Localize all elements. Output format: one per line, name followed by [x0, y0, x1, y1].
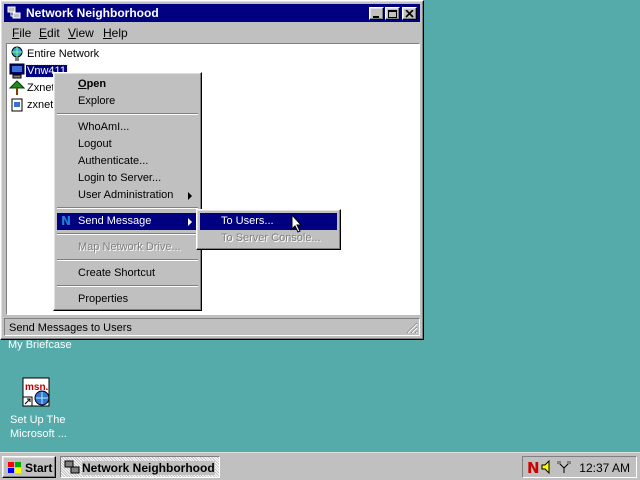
menu-view[interactable]: View [68, 26, 94, 40]
menu-item-properties[interactable]: Properties [57, 291, 198, 308]
title-bar[interactable]: Network Neighborhood [4, 4, 420, 22]
netware-n-icon: N [61, 214, 72, 228]
taskbar-button-label: Network Neighborhood [82, 461, 215, 475]
list-item-label: Entire Network [27, 48, 100, 60]
netware-tray-icon[interactable]: N [527, 459, 540, 477]
menu-item-send-message[interactable]: N Send Message [57, 213, 198, 230]
menu-item-authenticate[interactable]: Authenticate... [57, 153, 198, 170]
volume-icon[interactable] [541, 459, 553, 477]
menu-item-login-to-server[interactable]: Login to Server... [57, 170, 198, 187]
menu-bar: File Edit View Help [4, 23, 420, 42]
network-neighborhood-icon[interactable] [7, 6, 21, 20]
clock[interactable]: 12:37 AM [579, 461, 630, 475]
close-button[interactable] [402, 7, 417, 20]
menu-separator [57, 285, 198, 287]
status-text: Send Messages to Users [9, 322, 132, 334]
msn-setup-icon[interactable]: msn. [21, 377, 53, 409]
menu-separator [57, 259, 198, 261]
minimize-button[interactable] [369, 7, 384, 20]
server-icon [9, 97, 25, 113]
menu-edit[interactable]: Edit [39, 26, 60, 40]
minimize-icon [373, 16, 379, 18]
status-bar: Send Messages to Users [4, 318, 420, 336]
menu-help[interactable]: Help [103, 26, 128, 40]
menu-item-open[interactable]: Open [57, 76, 198, 93]
start-button[interactable]: Start [2, 456, 56, 478]
menu-file[interactable]: File [12, 26, 31, 40]
windows-logo-icon [7, 461, 23, 478]
globe-network-icon [9, 46, 25, 62]
submenu-arrow-icon [188, 218, 192, 226]
menu-item-whoami[interactable]: WhoAmI... [57, 119, 198, 136]
maximize-button[interactable] [385, 7, 400, 20]
computer-icon [9, 63, 25, 79]
tree-icon [8, 80, 26, 96]
window-title: Network Neighborhood [26, 6, 159, 20]
menu-item-user-administration[interactable]: User Administration [57, 187, 198, 204]
msn-setup-label-line1[interactable]: Set Up The [10, 414, 65, 426]
taskbar-button-network-neighborhood[interactable]: Network Neighborhood [60, 456, 220, 478]
mouse-cursor-icon [291, 213, 303, 237]
menu-item-map-network-drive: Map Network Drive... [78, 241, 181, 253]
menu-separator [57, 233, 198, 235]
list-item-label: zxnet [27, 99, 54, 111]
network-tray-icon[interactable] [556, 460, 572, 477]
menu-item-explore[interactable]: Explore [57, 93, 198, 110]
submenu-arrow-icon [188, 192, 192, 200]
send-message-submenu: To Users... To Server Console... [196, 209, 341, 250]
taskbar: Start Network Neighborhood N 12:37 AM [0, 452, 640, 480]
system-tray: N 12:37 AM [522, 456, 637, 478]
list-item-label: Zxnet [27, 82, 55, 94]
briefcase-label[interactable]: My Briefcase [8, 339, 72, 351]
resize-grip-icon[interactable] [406, 322, 418, 334]
maximize-icon [388, 10, 397, 18]
menu-separator [57, 207, 198, 209]
close-icon [405, 10, 414, 18]
menu-item-to-server-console: To Server Console... [221, 232, 321, 244]
network-neighborhood-icon [64, 460, 80, 477]
menu-item-logout[interactable]: Logout [57, 136, 198, 153]
start-label: Start [25, 461, 53, 475]
menu-item-create-shortcut[interactable]: Create Shortcut [57, 265, 198, 282]
context-menu: Open Explore WhoAmI... Logout Authentica… [53, 72, 202, 311]
menu-item-to-users[interactable]: To Users... [200, 213, 337, 230]
menu-separator [57, 113, 198, 115]
msn-setup-label-line2[interactable]: Microsoft ... [10, 428, 67, 440]
